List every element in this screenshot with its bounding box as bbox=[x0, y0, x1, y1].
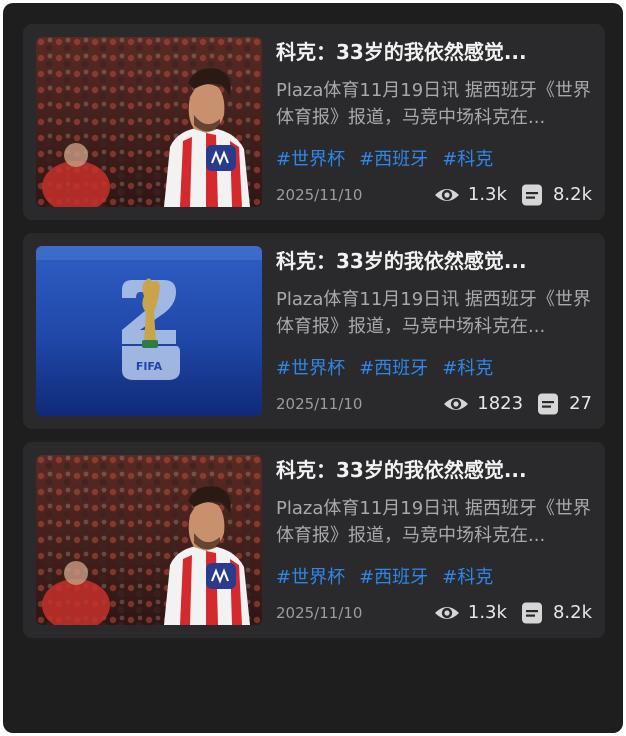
tag-link[interactable]: #世界杯 bbox=[276, 355, 345, 383]
article-thumbnail[interactable]: FIFA bbox=[36, 246, 262, 416]
tag-link[interactable]: #科克 bbox=[442, 564, 493, 592]
article-stats: 1.3k 8.2k bbox=[422, 181, 592, 209]
fifa-logo-text: FIFA bbox=[136, 360, 163, 373]
player-photo bbox=[36, 37, 262, 207]
eye-icon bbox=[434, 601, 460, 625]
tag-link[interactable]: #科克 bbox=[442, 146, 493, 174]
tag-link[interactable]: #科克 bbox=[442, 355, 493, 383]
article-date: 2025/11/10 bbox=[276, 604, 363, 622]
comment-icon bbox=[519, 183, 545, 207]
article-thumbnail[interactable] bbox=[36, 455, 262, 625]
comments-stat: 8.2k bbox=[519, 181, 592, 209]
comments-count: 8.2k bbox=[552, 602, 592, 623]
article-date: 2025/11/10 bbox=[276, 395, 363, 413]
tag-link[interactable]: #西班牙 bbox=[359, 146, 428, 174]
comments-stat: 27 bbox=[535, 390, 592, 418]
article-card[interactable]: 科克：33岁的我依然感觉... Plaza体育11月19日讯 据西班牙《世界体育… bbox=[23, 442, 605, 638]
tag-list: #世界杯 #西班牙 #科克 bbox=[276, 564, 493, 592]
views-count: 1823 bbox=[477, 393, 524, 414]
article-title[interactable]: 科克：33岁的我依然感觉... bbox=[276, 38, 594, 66]
comment-icon bbox=[535, 392, 561, 416]
article-stats: 1823 27 bbox=[431, 390, 592, 418]
article-list-panel: 科克：33岁的我依然感觉... Plaza体育11月19日讯 据西班牙《世界体育… bbox=[3, 3, 623, 733]
article-description: Plaza体育11月19日讯 据西班牙《世界体育报》报道，马竞中场科克在... bbox=[276, 80, 591, 128]
comments-count: 8.2k bbox=[552, 184, 592, 205]
article-date: 2025/11/10 bbox=[276, 186, 363, 204]
tag-link[interactable]: #世界杯 bbox=[276, 564, 345, 592]
article-thumbnail[interactable] bbox=[36, 37, 262, 207]
views-count: 1.3k bbox=[467, 602, 507, 623]
eye-icon bbox=[434, 183, 460, 207]
tag-list: #世界杯 #西班牙 #科克 bbox=[276, 355, 493, 383]
article-title[interactable]: 科克：33岁的我依然感觉... bbox=[276, 247, 594, 275]
fifa-2026-logo-image: FIFA bbox=[36, 246, 262, 416]
article-stats: 1.3k 8.2k bbox=[422, 599, 592, 627]
article-description: Plaza体育11月19日讯 据西班牙《世界体育报》报道，马竞中场科克在... bbox=[276, 498, 591, 546]
views-count: 1.3k bbox=[467, 184, 507, 205]
views-stat: 1.3k bbox=[434, 599, 507, 627]
tag-list: #世界杯 #西班牙 #科克 bbox=[276, 146, 493, 174]
tag-link[interactable]: #世界杯 bbox=[276, 146, 345, 174]
eye-icon bbox=[443, 392, 469, 416]
tag-link[interactable]: #西班牙 bbox=[359, 355, 428, 383]
tag-link[interactable]: #西班牙 bbox=[359, 564, 428, 592]
article-card[interactable]: 科克：33岁的我依然感觉... Plaza体育11月19日讯 据西班牙《世界体育… bbox=[23, 24, 605, 220]
comments-stat: 8.2k bbox=[519, 599, 592, 627]
article-card[interactable]: FIFA 科克：33岁的我依然感觉... Plaza体育11月19日讯 据西班牙… bbox=[23, 233, 605, 429]
player-photo bbox=[36, 455, 262, 625]
views-stat: 1823 bbox=[443, 390, 523, 418]
views-stat: 1.3k bbox=[434, 181, 507, 209]
comment-icon bbox=[519, 601, 545, 625]
comments-count: 27 bbox=[569, 393, 592, 414]
article-title[interactable]: 科克：33岁的我依然感觉... bbox=[276, 456, 594, 484]
article-description: Plaza体育11月19日讯 据西班牙《世界体育报》报道，马竞中场科克在... bbox=[276, 289, 591, 337]
